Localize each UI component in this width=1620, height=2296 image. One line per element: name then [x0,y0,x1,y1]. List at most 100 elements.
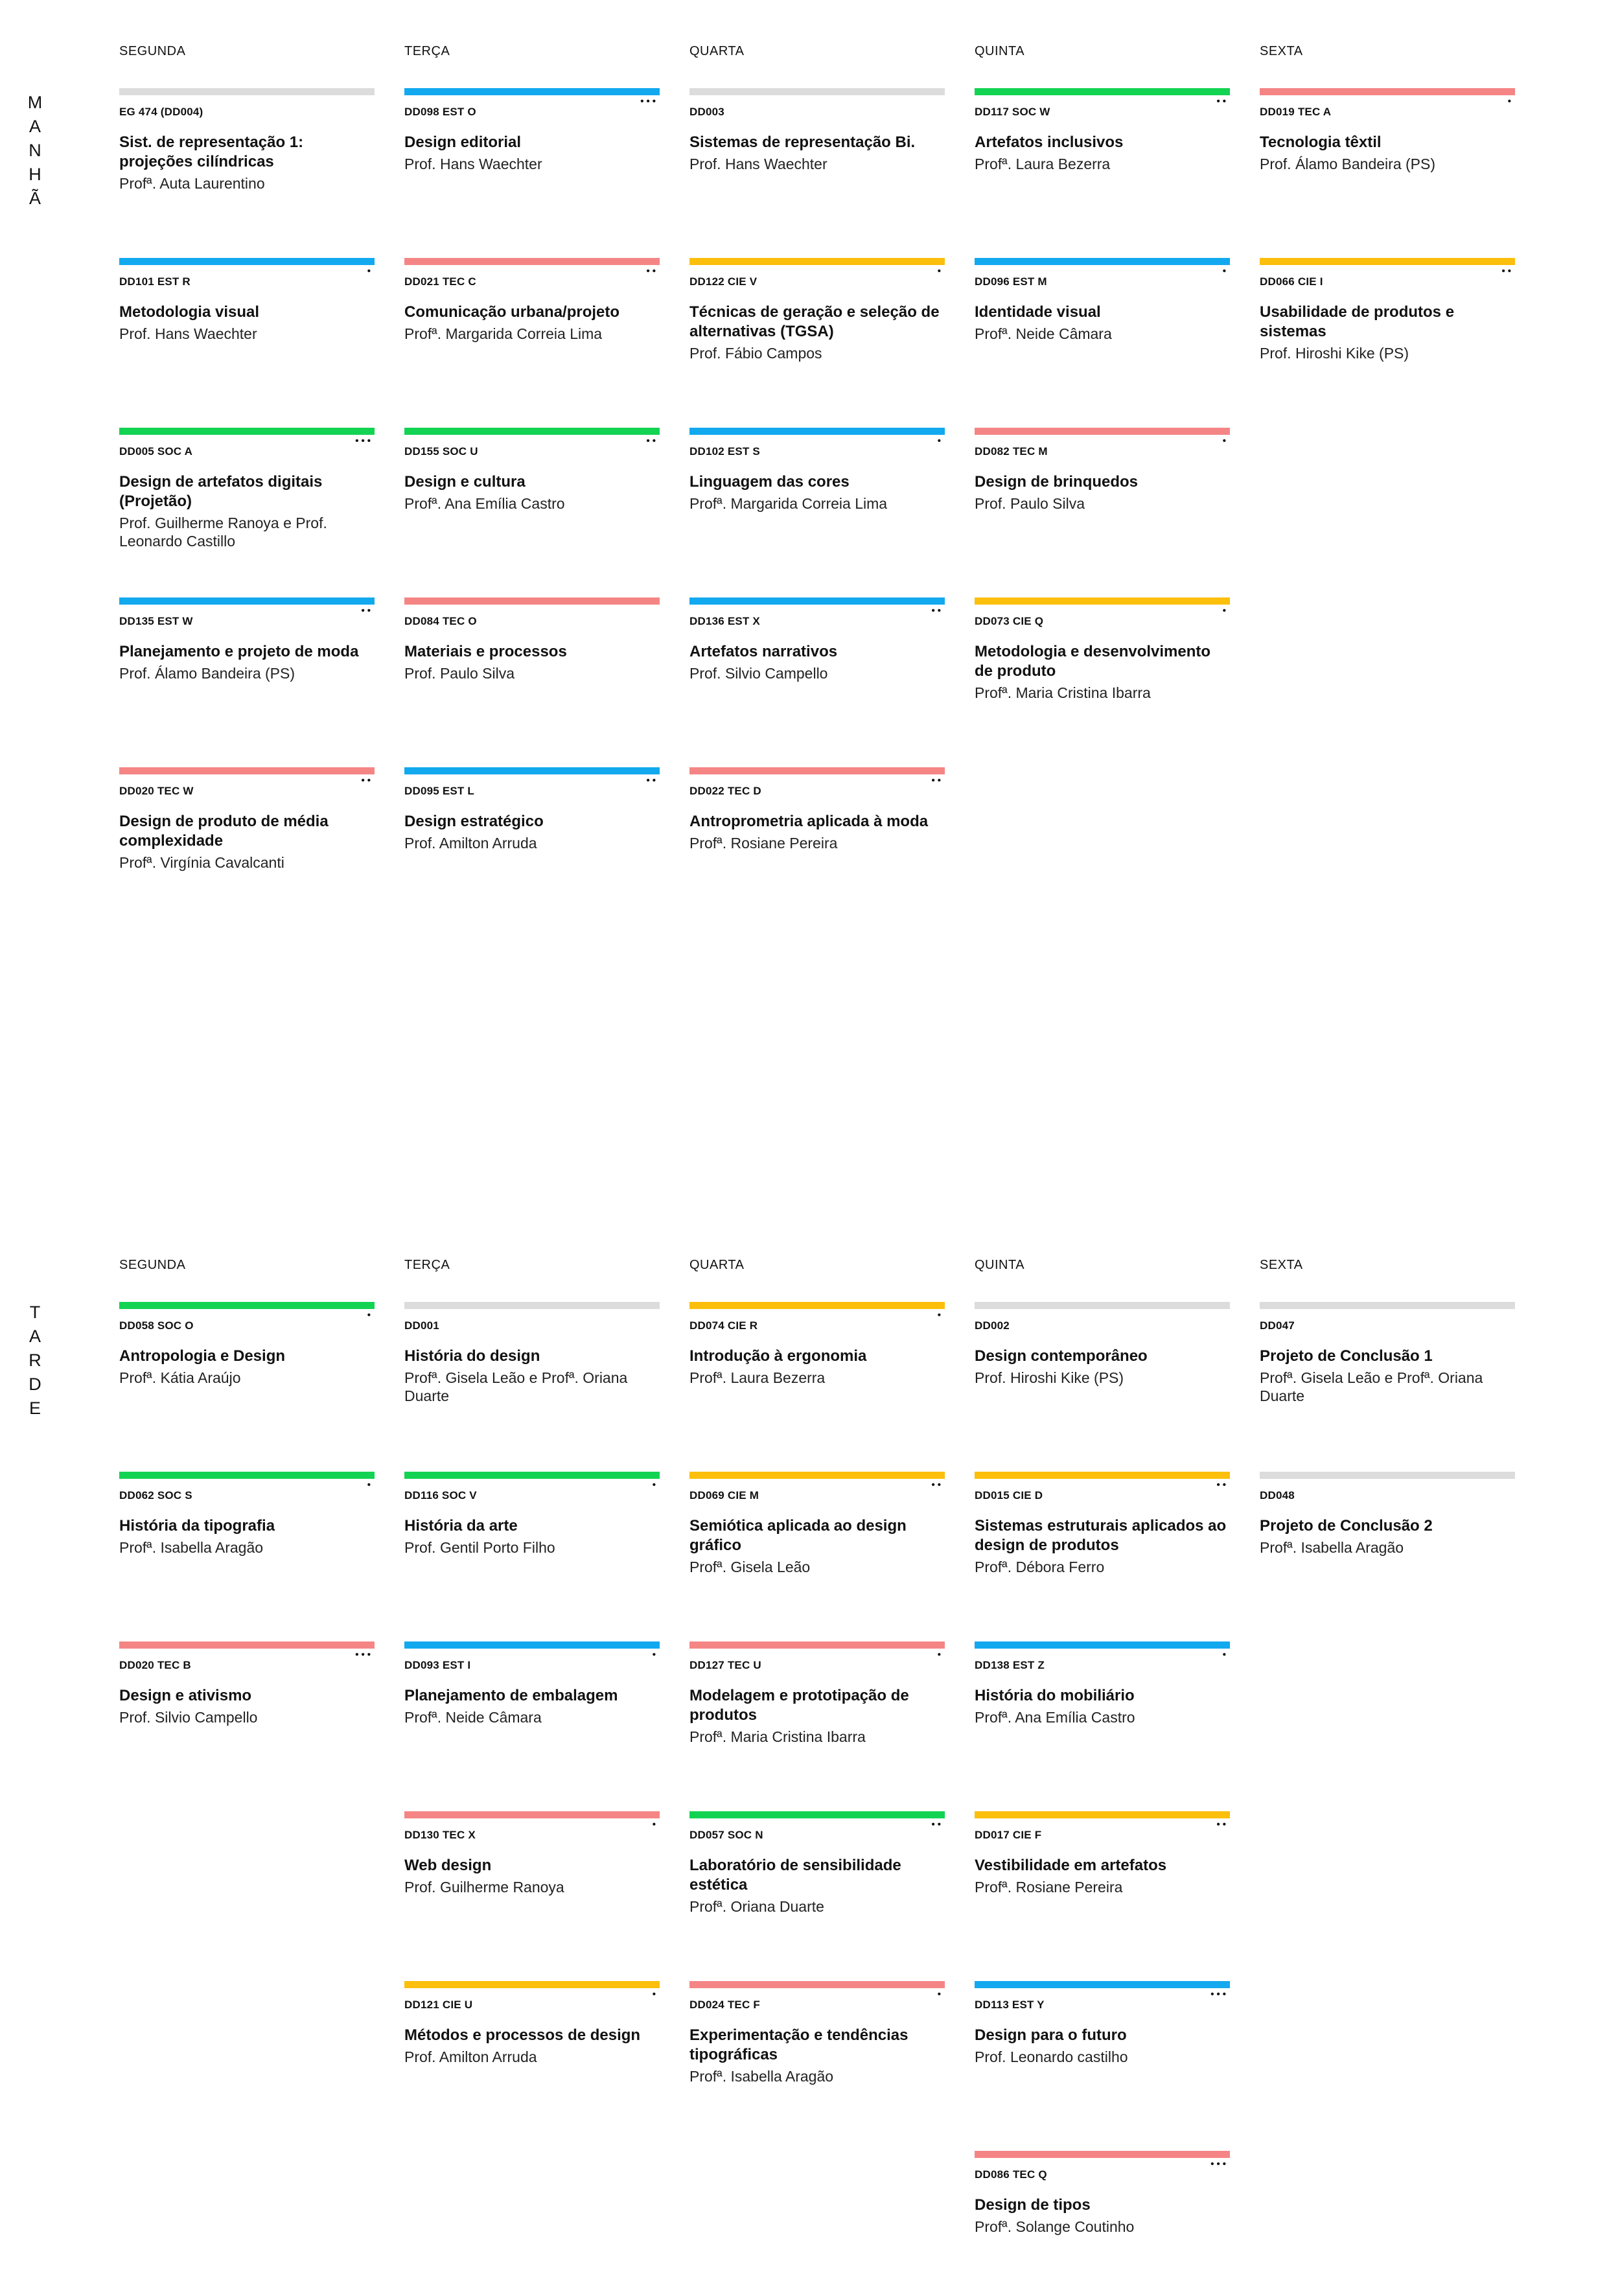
course-color-bar [119,597,375,605]
side-label-letter: R [29,1351,41,1370]
course-card[interactable]: •• DD057 SOC N Laboratório de sensibilidad… [689,1811,945,1916]
course-title: Web design [404,1857,492,1874]
course-title: Laboratório de sensibilidade estética [689,1857,901,1894]
course-professor: Prof. Hans Waechter [119,325,257,342]
course-title: Design de tipos [975,2196,1091,2214]
course-card[interactable]: DD047 Projeto de Conclusão 1 Profª. Gisela… [1260,1302,1515,1405]
priority-dots-icon: •• [646,266,658,277]
course-professor: Profª. Débora Ferro [975,1559,1105,1575]
course-card[interactable]: •• DD117 SOC W Artefatos inclusivos Profª. … [975,88,1230,173]
course-card[interactable]: DD002 Design contemporâneo Prof. Hiroshi K… [975,1302,1230,1387]
course-card[interactable]: ••• DD098 EST O Design editorial Prof. Hans… [404,88,660,173]
priority-dots-icon: • [1222,605,1229,616]
priority-dots-icon: • [1507,96,1514,107]
course-card[interactable]: •• DD022 TEC D Antroprometria aplicada à m… [689,767,945,852]
priority-dots-icon: • [937,1310,943,1321]
course-card[interactable]: • DD062 SOC S História da tipografia Profª.… [119,1472,375,1557]
course-card[interactable]: DD003 Sistemas de representação Bi. Prof. … [689,88,945,173]
course-color-bar [975,1981,1230,1988]
priority-dots-icon: • [652,1479,658,1490]
course-code: DD117 SOC W [975,106,1050,118]
course-card[interactable]: ••• DD005 SOC A Design de artefatos digita… [119,428,375,550]
course-card[interactable]: DD048 Projeto de Conclusão 2 Profª. Isabel… [1260,1472,1515,1557]
course-professor: Prof. Leonardo castilho [975,2048,1128,2065]
course-color-bar [975,1472,1230,1479]
priority-dots-icon: • [937,1649,943,1660]
priority-dots-icon: •• [931,775,943,786]
course-title: Experimentação e tendências tipográficas [689,2026,908,2063]
course-color-bar [975,597,1230,605]
course-card[interactable]: • DD074 CIE R Introdução à ergonomia Profª.… [689,1302,945,1387]
day-header-quarta: QUARTA [689,44,745,58]
course-card[interactable]: ••• DD086 TEC Q Design de tipos Profª. Sola… [975,2151,1230,2236]
priority-dots-icon: •• [931,605,943,616]
course-card[interactable]: ••• DD020 TEC B Design e ativismo Prof. Sil… [119,1641,375,1726]
course-title: Projeto de Conclusão 2 [1260,1517,1433,1535]
course-card[interactable]: • DD093 EST I Planejamento de embalagem Pro… [404,1641,660,1726]
course-title: História da tipografia [119,1517,275,1535]
course-card[interactable]: ••• DD113 EST Y Design para o futuro Prof. … [975,1981,1230,2066]
course-color-bar [1260,1472,1515,1479]
course-title: Design para o futuro [975,2026,1127,2044]
course-color-bar [1260,1302,1515,1309]
course-card[interactable]: EG 474 (DD004) Sist. de representação 1: … [119,88,375,192]
course-professor: Profª. Rosiane Pereira [689,835,838,852]
course-color-bar [689,597,945,605]
course-card[interactable]: • DD130 TEC X Web design Prof. Guilherme Ra… [404,1811,660,1896]
course-professor: Prof. Hans Waechter [404,156,542,172]
side-label-letter: A [29,117,41,136]
course-card[interactable]: • DD127 TEC U Modelagem e prototipação de … [689,1641,945,1746]
course-professor: Profª. Isabella Aragão [689,2068,834,2085]
course-title: Planejamento de embalagem [404,1687,618,1704]
course-professor: Profª. Ana Emília Castro [404,495,565,512]
course-card[interactable]: • DD096 EST M Identidade visual Profª. Neid… [975,258,1230,343]
course-professor: Profª. Virgínia Cavalcanti [119,854,284,871]
course-professor: Profª. Isabella Aragão [1260,1539,1404,1556]
course-code: DD127 TEC U [689,1659,761,1671]
day-header-segunda: SEGUNDA [119,1258,186,1272]
course-color-bar [689,767,945,774]
course-code: DD058 SOC O [119,1319,194,1332]
course-card[interactable]: • DD082 TEC M Design de brinquedos Prof. Pa… [975,428,1230,513]
course-card[interactable]: •• DD021 TEC C Comunicação urbana/projeto P… [404,258,660,343]
course-color-bar [1260,258,1515,265]
course-code: DD062 SOC S [119,1489,192,1502]
side-label-letter: T [29,1303,41,1322]
course-card[interactable]: • DD101 EST R Metodologia visual Prof. Hans… [119,258,375,343]
course-card[interactable]: •• DD015 CIE D Sistemas estruturais aplica… [975,1472,1230,1576]
course-professor: Profª. Oriana Duarte [689,1898,824,1915]
course-card[interactable]: •• DD095 EST L Design estratégico Prof. Ami… [404,767,660,852]
priority-dots-icon: • [1222,266,1229,277]
course-card[interactable]: •• DD155 SOC U Design e cultura Profª. Ana … [404,428,660,513]
course-professor: Profª. Neide Câmara [404,1709,542,1726]
course-color-bar [689,88,945,95]
course-card[interactable]: • DD024 TEC F Experimentação e tendências … [689,1981,945,2085]
course-card[interactable]: • DD116 SOC V História da arte Prof. Gentil… [404,1472,660,1557]
course-code: DD098 EST O [404,106,476,118]
course-color-bar [975,88,1230,95]
course-card[interactable]: •• DD020 TEC W Design de produto de média … [119,767,375,872]
course-card[interactable]: • DD121 CIE U Métodos e processos de desig… [404,1981,660,2066]
course-card[interactable]: • DD102 EST S Linguagem das cores Profª. Ma… [689,428,945,513]
course-card[interactable]: • DD073 CIE Q Metodologia e desenvolviment… [975,597,1230,702]
course-card[interactable]: •• DD135 EST W Planejamento e projeto de m… [119,597,375,682]
course-card[interactable]: • DD058 SOC O Antropologia e Design Profª. … [119,1302,375,1387]
course-card[interactable]: •• DD066 CIE I Usabilidade de produtos e s… [1260,258,1515,362]
course-professor: Profª. Neide Câmara [975,325,1112,342]
course-professor: Profª. Maria Cristina Ibarra [975,684,1151,701]
course-title: Comunicação urbana/projeto [404,303,620,321]
day-header-quinta: QUINTA [975,44,1025,58]
course-card[interactable]: •• DD017 CIE F Vestibilidade em artefatos P… [975,1811,1230,1896]
course-title: Antroprometria aplicada à moda [689,813,929,830]
course-card[interactable]: •• DD136 EST X Artefatos narrativos Prof. S… [689,597,945,682]
course-professor: Prof. Paulo Silva [404,665,515,682]
course-card[interactable]: • DD138 EST Z História do mobiliário Profª.… [975,1641,1230,1726]
course-card[interactable]: •• DD069 CIE M Semiótica aplicada ao desig… [689,1472,945,1576]
course-card[interactable]: • DD122 CIE V Técnicas de geração e seleçã… [689,258,945,362]
course-card[interactable]: DD001 História do design Profª. Gisela Leã… [404,1302,660,1405]
day-header-quarta: QUARTA [689,1258,745,1272]
course-card[interactable]: • DD019 TEC A Tecnologia têxtil Prof. Álamo… [1260,88,1515,173]
course-code: DD130 TEC X [404,1829,476,1841]
course-professor: Profª. Kátia Araújo [119,1369,241,1386]
course-card[interactable]: DD084 TEC O Materiais e processos Prof. Pa… [404,597,660,682]
